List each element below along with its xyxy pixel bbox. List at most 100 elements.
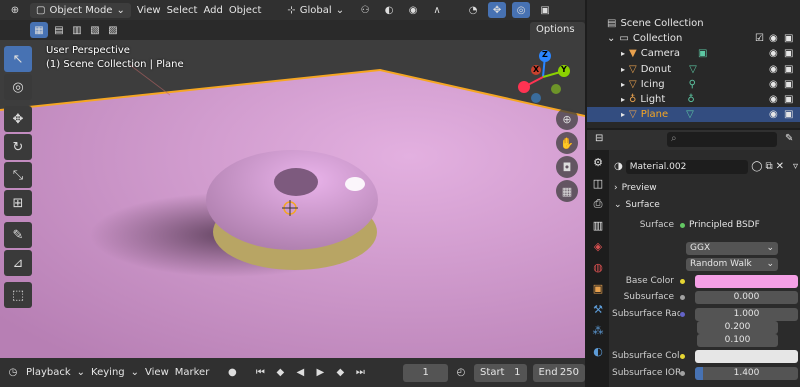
eye-icon[interactable]: ◉ bbox=[769, 64, 778, 75]
end-frame-field[interactable]: End 250 bbox=[532, 363, 586, 382]
subsurface-field[interactable]: 0.000 bbox=[695, 290, 798, 304]
transform-orientation-dropdown[interactable]: ⊹ Global ⌄ bbox=[281, 3, 350, 18]
eye-icon[interactable]: ◉ bbox=[769, 94, 778, 105]
fake-user-icon[interactable]: ◯ bbox=[751, 161, 762, 172]
menu-marker[interactable]: Marker bbox=[175, 367, 210, 378]
menu-select[interactable]: Select bbox=[167, 5, 198, 16]
distribution-dropdown[interactable]: GGX ⌄ bbox=[686, 241, 778, 255]
object-tab-icon[interactable]: ▣ bbox=[589, 279, 607, 297]
rotate-icon[interactable]: ↻ bbox=[4, 134, 32, 160]
annotate-icon[interactable]: ✎ bbox=[4, 222, 32, 248]
outliner-collection[interactable]: ⌄ ▭ Collection ☑ ◉ ▣ bbox=[587, 31, 800, 46]
outliner-item-icing[interactable]: ▸ ▽ Icing ⚲ ◉ ▣ bbox=[587, 77, 800, 92]
falloff-icon[interactable]: ∧ bbox=[428, 2, 446, 18]
play-reverse-icon[interactable]: ◀ bbox=[291, 365, 309, 381]
camera-view-icon[interactable]: ◘ bbox=[556, 156, 578, 178]
surface-shader-field[interactable]: Principled BSDF bbox=[689, 220, 760, 230]
pin-icon[interactable]: ✎ bbox=[785, 133, 793, 144]
outliner-item-camera[interactable]: ▸ ▼ Camera ▣ ◉ ▣ bbox=[587, 46, 800, 61]
menu-keying[interactable]: Keying bbox=[91, 367, 125, 378]
menu-view[interactable]: View bbox=[137, 5, 161, 16]
start-frame-field[interactable]: Start 1 bbox=[474, 363, 527, 382]
play-icon[interactable]: ▶ bbox=[311, 365, 329, 381]
material-sphere-icon[interactable]: ◑ bbox=[614, 161, 623, 172]
tool-tab-icon[interactable]: ⚙ bbox=[589, 153, 607, 171]
mode-dropdown[interactable]: ▢ Object Mode ⌄ bbox=[30, 2, 131, 18]
select-extend-icon[interactable]: ▤ bbox=[50, 22, 68, 38]
select-subtract-icon[interactable]: ▥ bbox=[68, 22, 86, 38]
browse-icon[interactable]: ▿ bbox=[793, 161, 798, 172]
zoom-icon[interactable]: ⊕ bbox=[556, 108, 578, 130]
gizmo-toggle-icon[interactable]: ✥ bbox=[488, 2, 507, 18]
select-intersect-icon[interactable]: ▨ bbox=[104, 22, 122, 38]
eye-icon[interactable]: ◉ bbox=[769, 109, 778, 120]
measure-icon[interactable]: ⊿ bbox=[4, 250, 32, 276]
menu-object[interactable]: Object bbox=[229, 5, 262, 16]
visibility-icon[interactable]: ◔ bbox=[464, 2, 482, 18]
grid-view-icon[interactable]: ▦ bbox=[556, 180, 578, 202]
material-name-field[interactable]: Material.002 bbox=[625, 159, 749, 174]
overlays-toggle-icon[interactable]: ◎ bbox=[512, 2, 531, 18]
properties-search-input[interactable] bbox=[667, 132, 777, 147]
properties-editor-icon[interactable]: ⊟ bbox=[595, 133, 603, 144]
transform-icon[interactable]: ⊞ bbox=[4, 190, 32, 216]
world-tab-icon[interactable]: ◍ bbox=[589, 258, 607, 276]
camera-render-icon[interactable]: ▣ bbox=[784, 109, 793, 120]
editor-type-icon[interactable]: ⊕ bbox=[6, 2, 24, 18]
navigation-gizmo[interactable]: Z Y X bbox=[512, 46, 574, 108]
jump-start-icon[interactable]: ⏮ bbox=[251, 365, 269, 381]
base-color-swatch[interactable] bbox=[695, 274, 798, 288]
outliner-item-donut[interactable]: ▸ ▽ Donut ▽ ◉ ▣ bbox=[587, 62, 800, 77]
cursor-icon[interactable]: ◎ bbox=[4, 74, 32, 100]
snap-icon[interactable]: ◐ bbox=[380, 2, 398, 18]
subsurface-method-dropdown[interactable]: Random Walk ⌄ bbox=[686, 257, 778, 271]
modifier-tab-icon[interactable]: ⚒ bbox=[589, 300, 607, 318]
outliner-item-light[interactable]: ▸ ♁ Light ♁ ◉ ▣ bbox=[587, 92, 800, 107]
camera-render-icon[interactable]: ▣ bbox=[784, 64, 793, 75]
select-new-icon[interactable]: ▦ bbox=[30, 22, 48, 38]
checkbox-icon[interactable]: ☑ bbox=[755, 33, 764, 44]
select-invert-icon[interactable]: ▧ bbox=[86, 22, 104, 38]
radius-x-field[interactable]: 1.000 bbox=[695, 307, 798, 321]
radius-z-field[interactable]: 0.100 bbox=[697, 333, 778, 347]
select-box-icon[interactable]: ↖ bbox=[4, 46, 32, 72]
camera-render-icon[interactable]: ▣ bbox=[784, 48, 793, 59]
xray-icon[interactable]: ▣ bbox=[536, 2, 554, 18]
particles-tab-icon[interactable]: ⁂ bbox=[589, 321, 607, 339]
camera-render-icon[interactable]: ▣ bbox=[784, 79, 793, 90]
eye-icon[interactable]: ◉ bbox=[769, 33, 778, 44]
menu-view[interactable]: View bbox=[145, 367, 169, 378]
proportional-edit-icon[interactable]: ◉ bbox=[404, 2, 422, 18]
record-icon[interactable]: ● bbox=[225, 365, 239, 381]
scene-tab-icon[interactable]: ◈ bbox=[589, 237, 607, 255]
radius-y-field[interactable]: 0.200 bbox=[697, 320, 778, 334]
timeline-editor-icon[interactable]: ◷ bbox=[6, 365, 20, 381]
outliner-scene-collection[interactable]: ▤ Scene Collection bbox=[587, 16, 800, 31]
move-icon[interactable]: ✥ bbox=[4, 106, 32, 132]
unlink-icon[interactable]: ✕ bbox=[776, 161, 784, 172]
subsurface-ior-field[interactable]: 1.400 bbox=[695, 366, 798, 380]
menu-playback[interactable]: Playback bbox=[26, 367, 71, 378]
eye-icon[interactable]: ◉ bbox=[769, 48, 778, 59]
duplicate-icon[interactable]: ⧉ bbox=[765, 161, 772, 172]
outliner-item-plane[interactable]: ▸ ▽ Plane ▽ ◉ ▣ bbox=[587, 107, 800, 122]
jump-end-icon[interactable]: ⏭ bbox=[351, 365, 369, 381]
render-tab-icon[interactable]: ◫ bbox=[589, 174, 607, 192]
next-key-icon[interactable]: ◆ bbox=[331, 365, 349, 381]
subsurface-color-swatch[interactable] bbox=[695, 349, 798, 363]
camera-render-icon[interactable]: ▣ bbox=[784, 33, 793, 44]
clock-icon[interactable]: ◴ bbox=[454, 365, 468, 381]
current-frame-field[interactable]: 1 bbox=[403, 363, 449, 382]
camera-render-icon[interactable]: ▣ bbox=[784, 94, 793, 105]
surface-panel-header[interactable]: ⌄ Surface bbox=[614, 198, 798, 212]
pan-hand-icon[interactable]: ✋ bbox=[556, 132, 578, 154]
pivot-icon[interactable]: ⚇ bbox=[356, 2, 374, 18]
view-layer-tab-icon[interactable]: ▥ bbox=[589, 216, 607, 234]
3d-viewport[interactable]: User Perspective (1) Scene Collection | … bbox=[0, 40, 585, 358]
eye-icon[interactable]: ◉ bbox=[769, 79, 778, 90]
output-tab-icon[interactable]: ⎙ bbox=[589, 195, 607, 213]
menu-add[interactable]: Add bbox=[203, 5, 222, 16]
prev-key-icon[interactable]: ◆ bbox=[271, 365, 289, 381]
scale-icon[interactable]: ⤡ bbox=[4, 162, 32, 188]
physics-tab-icon[interactable]: ◐ bbox=[589, 342, 607, 360]
